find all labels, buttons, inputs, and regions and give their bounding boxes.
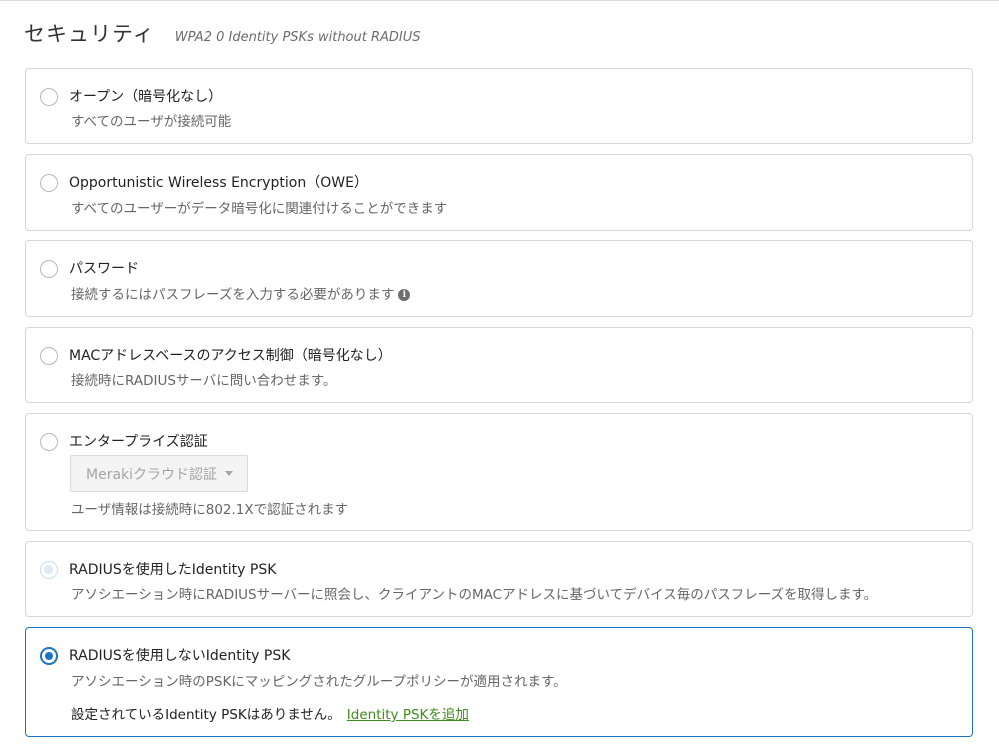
option-description: 接続時にRADIUSサーバに問い合わせます。 [71,373,337,389]
option-description: アソシエーション時にRADIUSサーバーに照会し、クライアントのMACアドレスに… [71,587,878,603]
info-icon[interactable]: i [398,289,411,301]
top-divider [0,0,999,1]
option-label: エンタープライズ認証 [69,434,208,450]
option-description: すべてのユーザが接続可能 [71,114,232,130]
option-description-wrap: 接続するにはパスフレーズを入力する必要があります i [71,283,411,303]
option-label: オープン（暗号化なし） [69,89,223,105]
section-header: セキュリティ WPA2 0 Identity PSKs without RADI… [24,18,421,58]
option-description: 接続するにはパスフレーズを入力する必要があります [71,287,395,303]
option-description: アソシエーション時のPSKにマッピングされたグループポリシーが適用されます。 [71,674,567,690]
radio-ipsk-no-radius[interactable] [40,647,58,665]
ipsk-empty-state: 設定されているIdentity PSKはありません。 Identity PSKを追… [71,703,469,723]
security-mode-subtitle: WPA2 0 Identity PSKs without RADIUS [174,30,421,45]
security-option-ipsk-no-radius[interactable]: RADIUSを使用しないIdentity PSK アソシエーション時のPSKにマ… [25,627,973,737]
option-label: パスワード [69,261,139,277]
security-option-owe[interactable]: Opportunistic Wireless Encryption（OWE） す… [25,154,973,231]
security-option-open[interactable]: オープン（暗号化なし） すべてのユーザが接続可能 [25,68,973,144]
radio-mac-based[interactable] [40,347,58,365]
option-label: Opportunistic Wireless Encryption（OWE） [69,175,368,191]
radio-password[interactable] [40,260,58,278]
option-label: MACアドレスベースのアクセス制御（暗号化なし） [69,348,392,364]
empty-state-text: 設定されているIdentity PSKはありません。 [71,707,341,723]
security-option-password[interactable]: パスワード 接続するにはパスフレーズを入力する必要があります i [25,240,973,317]
security-option-mac-based[interactable]: MACアドレスベースのアクセス制御（暗号化なし） 接続時にRADIUSサーバに問… [25,327,973,403]
radio-open[interactable] [40,88,58,106]
page-title: セキュリティ [24,22,155,46]
security-option-enterprise[interactable]: エンタープライズ認証 Merakiクラウド認証 ユーザ情報は接続時に802.1X… [25,413,973,531]
auth-server-select[interactable]: Merakiクラウド認証 [70,455,248,492]
option-label: RADIUSを使用しないIdentity PSK [69,648,291,664]
radio-enterprise[interactable] [40,433,58,451]
chevron-down-icon [225,471,234,476]
option-description: すべてのユーザーがデータ暗号化に関連付けることができます [71,201,448,217]
option-description: ユーザ情報は接続時に802.1Xで認証されます [71,502,349,518]
radio-owe[interactable] [40,174,58,192]
security-option-ipsk-radius[interactable]: RADIUSを使用したIdentity PSK アソシエーション時にRADIUS… [25,541,973,617]
add-identity-psk-link[interactable]: Identity PSKを追加 [347,707,469,723]
radio-ipsk-radius[interactable] [40,561,58,579]
auth-server-value: Merakiクラウド認証 [86,466,218,483]
option-label: RADIUSを使用したIdentity PSK [69,562,277,578]
